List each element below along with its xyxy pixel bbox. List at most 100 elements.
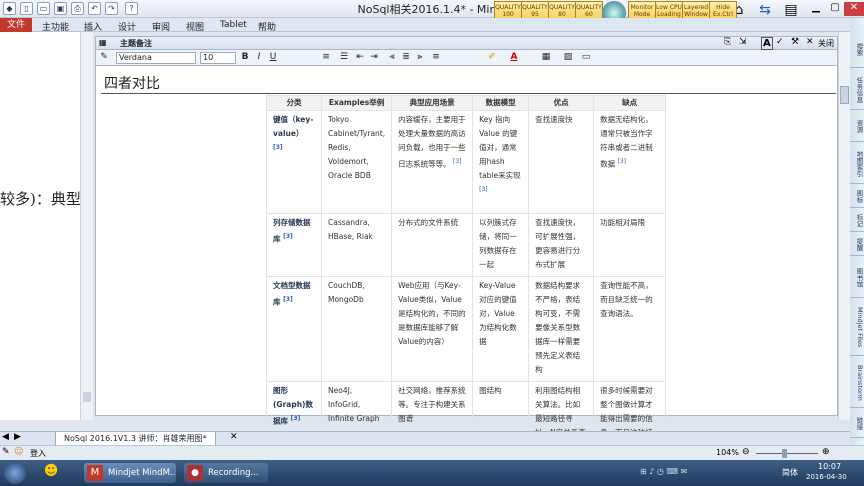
close-panel-button[interactable]: 关闭 bbox=[818, 38, 834, 49]
minimize-button[interactable]: ▁ bbox=[806, 2, 826, 16]
outdent-icon[interactable]: ⇤ bbox=[354, 51, 366, 64]
cell-text: Key 指向 Value 的键值对，通常用hash table来实现 bbox=[479, 115, 521, 180]
cell-text: 数据结构要求不严格，表结构可变，不需要像关系型数据库一样需要预先定义表结构 bbox=[535, 281, 581, 374]
align-right-icon[interactable]: ⫸ bbox=[414, 51, 426, 64]
zoom-slider-thumb[interactable] bbox=[782, 449, 787, 458]
app-logo-icon[interactable]: ◆ bbox=[3, 2, 16, 15]
side-tab[interactable]: 标记 bbox=[850, 210, 864, 232]
zoom-out-icon[interactable]: ⊖ bbox=[742, 447, 750, 457]
cell-text: Tokyo Cabinet/Tyrant, Redis, Voldemort, … bbox=[328, 115, 386, 180]
table-cell: Key 指向 Value 的键值对，通常用hash table来实现 [3] bbox=[472, 110, 530, 214]
cell-text: 功能相对局限 bbox=[600, 218, 646, 227]
notes-panel-header: ▦ 主题备注 ⎘ ⇲ A ✓ ⚒ ✕ 关闭 bbox=[95, 36, 838, 50]
menu-item-tablet[interactable]: Tablet bbox=[220, 20, 247, 30]
menu-item-help[interactable]: 帮助 bbox=[258, 20, 276, 33]
close-window-button[interactable]: ✕ bbox=[844, 2, 864, 16]
underline-button[interactable]: U bbox=[267, 51, 279, 64]
reference-link[interactable]: [3] bbox=[283, 233, 293, 240]
reference-link[interactable]: [3] bbox=[453, 158, 462, 165]
tray-icons[interactable]: ⊞ ♪ ◷ ⌨ ✉ bbox=[640, 467, 687, 476]
smile-icon[interactable]: ☺ bbox=[14, 447, 23, 457]
side-tab[interactable]: 提醒 bbox=[850, 234, 864, 256]
table-icon[interactable]: ▦ bbox=[540, 51, 552, 64]
panel-resize-icon[interactable]: ⇲ bbox=[739, 37, 747, 47]
reference-link[interactable]: [3] bbox=[479, 186, 488, 193]
bold-button[interactable]: B bbox=[239, 51, 251, 64]
tab-next-icon[interactable]: ▶ bbox=[14, 432, 21, 442]
table-cell: 功能相对局限 bbox=[593, 213, 667, 277]
note-scrollbar[interactable] bbox=[838, 32, 850, 420]
qq-icon[interactable]: ☻ bbox=[40, 463, 62, 483]
start-button[interactable] bbox=[4, 462, 26, 484]
taskbar: ☻ M Mindjet MindM... ● Recording... ⊞ ♪ … bbox=[0, 460, 864, 486]
side-tab[interactable]: 搜索 bbox=[850, 32, 864, 68]
column-header: Examples举例 bbox=[320, 95, 393, 111]
highlight-icon[interactable]: ✐ bbox=[486, 51, 498, 64]
file-menu[interactable]: 文件 bbox=[0, 18, 32, 32]
format-toolbar: ✎ Verdana 10 B I U ≡ ☰ ⇤ ⇥ ⫷ ≣ ⫸ ≡ ✐ A ▦… bbox=[95, 50, 838, 66]
table-cell: 查询性能不高，而且缺乏统一的查询语法。 bbox=[593, 276, 667, 382]
close-tab-icon[interactable]: ✕ bbox=[230, 432, 238, 442]
zoom-in-icon[interactable]: ⊕ bbox=[822, 447, 830, 457]
scroll-thumb[interactable] bbox=[83, 392, 91, 402]
new-doc-icon[interactable]: ▯ bbox=[20, 2, 33, 15]
side-tab[interactable]: 地图索引 bbox=[850, 144, 864, 184]
bullet-list-icon[interactable]: ☰ bbox=[338, 51, 350, 64]
brush-icon[interactable]: ✎ bbox=[98, 51, 110, 64]
map-scrollbar[interactable] bbox=[80, 32, 93, 420]
save-icon[interactable]: ▣ bbox=[54, 2, 67, 15]
notes-panel-title: 主题备注 bbox=[120, 39, 152, 48]
side-tab[interactable]: 链接 bbox=[850, 410, 864, 438]
reference-link[interactable]: [3] bbox=[273, 144, 283, 151]
title-bar: ◆ ▯ ▭ ▣ ⎙ ↶ ↷ ? NoSql相关2016.1.4* - Mindj… bbox=[0, 0, 864, 27]
pen-icon[interactable]: ✎ bbox=[2, 447, 10, 457]
open-folder-icon[interactable]: ▭ bbox=[37, 2, 50, 15]
menu-item-review[interactable]: 审阅 bbox=[152, 20, 170, 33]
taskbar-item-mindjet[interactable]: M Mindjet MindM... bbox=[84, 463, 176, 483]
login-status[interactable]: 登入 bbox=[30, 448, 46, 459]
font-color-icon[interactable]: A bbox=[508, 51, 520, 64]
indent-icon[interactable]: ⇥ bbox=[368, 51, 380, 64]
side-tab[interactable]: Mindjet Files bbox=[850, 300, 864, 356]
side-tab[interactable]: 资源 bbox=[850, 112, 864, 142]
close-panel-icon[interactable]: ✕ bbox=[806, 37, 814, 47]
tools-icon[interactable]: ⚒ bbox=[791, 37, 799, 47]
fit-icon[interactable]: ▭ bbox=[580, 51, 592, 64]
help-icon[interactable]: ? bbox=[125, 2, 138, 15]
panel-pin-icon[interactable]: ⎘ bbox=[724, 37, 731, 47]
cell-text: 以列簇式存储，将同一列数据存在一起 bbox=[479, 218, 517, 269]
justify-icon[interactable]: ≡ bbox=[430, 51, 442, 64]
clock-date: 2016-04-30 bbox=[806, 473, 847, 481]
image-icon[interactable]: ▨ bbox=[562, 51, 574, 64]
reference-link[interactable]: [3] bbox=[283, 296, 293, 303]
zoom-slider[interactable] bbox=[756, 453, 818, 454]
tab-prev-icon[interactable]: ◀ bbox=[2, 432, 9, 442]
menu-item-view[interactable]: 视图 bbox=[186, 20, 204, 33]
numbered-list-icon[interactable]: ≡ bbox=[320, 51, 332, 64]
menu-item-design[interactable]: 设计 bbox=[118, 20, 136, 33]
redo-icon[interactable]: ↷ bbox=[105, 2, 118, 15]
font-size-select[interactable]: 10 bbox=[200, 52, 236, 64]
side-tab[interactable]: 任务信息 bbox=[850, 70, 864, 110]
font-select[interactable]: Verdana bbox=[116, 52, 196, 64]
taskbar-item-recording[interactable]: ● Recording... bbox=[184, 463, 268, 483]
print-icon[interactable]: ⎙ bbox=[71, 2, 84, 15]
align-left-icon[interactable]: ⫷ bbox=[386, 51, 398, 64]
input-language[interactable]: 简体 bbox=[782, 467, 798, 478]
side-tab[interactable]: Brainstorm bbox=[850, 358, 864, 408]
zoom-level: 104% bbox=[716, 448, 739, 457]
maximize-button[interactable]: ▢ bbox=[826, 2, 844, 16]
reference-link[interactable]: [3] bbox=[618, 158, 627, 165]
side-tab[interactable]: 图标 bbox=[850, 186, 864, 208]
italic-button[interactable]: I bbox=[253, 51, 265, 64]
scroll-thumb[interactable] bbox=[840, 86, 849, 104]
document-tab[interactable]: NoSql 2016.1V1.3 讲师：肖雄荣用图* bbox=[55, 432, 216, 446]
undo-icon[interactable]: ↶ bbox=[88, 2, 101, 15]
spell-check-icon[interactable]: ✓ bbox=[776, 37, 784, 47]
reference-link[interactable]: [3] bbox=[291, 415, 301, 422]
side-tab[interactable]: 图书馆 bbox=[850, 258, 864, 298]
align-center-icon[interactable]: ≣ bbox=[400, 51, 412, 64]
heading-divider bbox=[101, 93, 836, 94]
recorder-icon: ● bbox=[187, 465, 203, 481]
text-format-icon[interactable]: A bbox=[761, 37, 773, 50]
